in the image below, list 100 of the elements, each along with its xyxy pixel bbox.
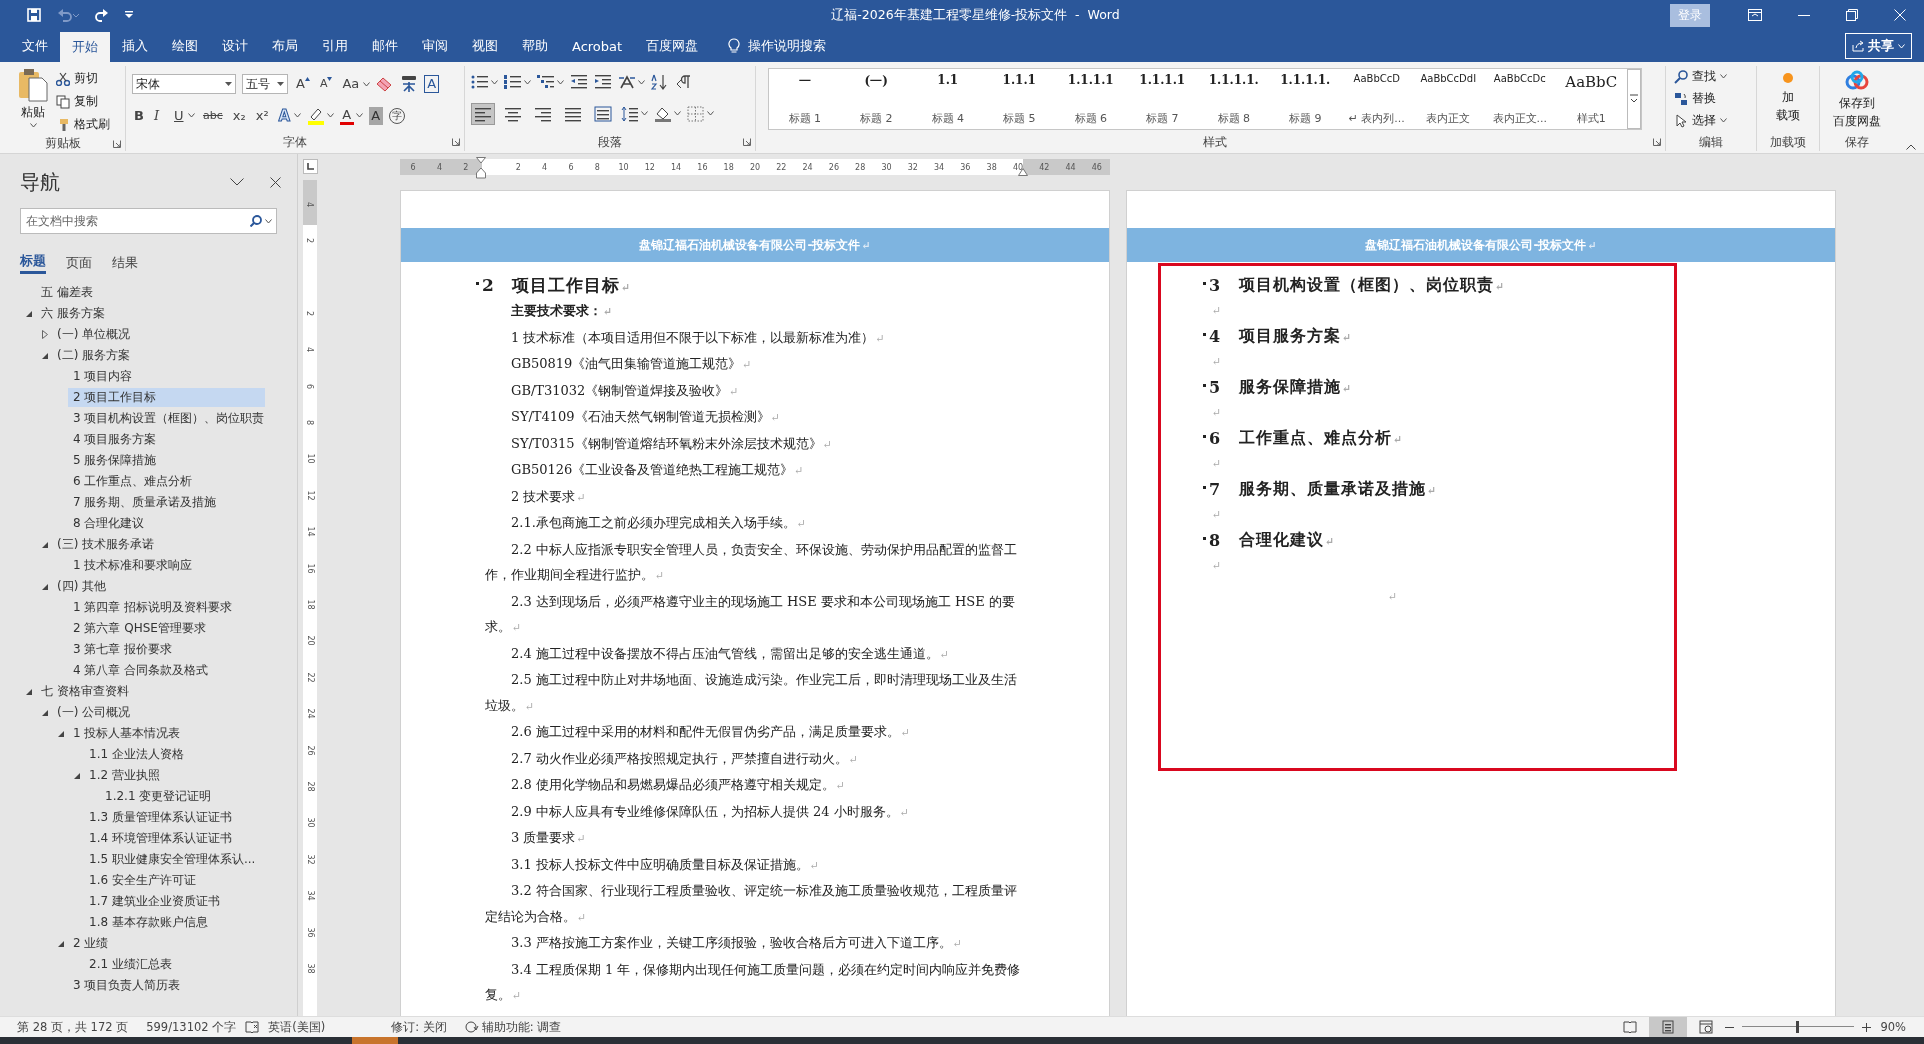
shade-button[interactable]: A: [369, 106, 384, 125]
replace-button[interactable]: 替换: [1672, 88, 1750, 109]
ribbon-tab[interactable]: 邮件: [360, 30, 410, 62]
heading-item[interactable]: 7 服务期、质量承诺及措施: [68, 493, 265, 512]
copy-button[interactable]: 复制: [54, 91, 112, 112]
caret-icon[interactable]: [638, 79, 645, 85]
tab-selector-icon[interactable]: [303, 159, 318, 174]
heading-item[interactable]: (一) 单位概况: [52, 325, 265, 344]
heading-item[interactable]: 1.2.1 变更登记证明: [100, 787, 265, 806]
font-name-field[interactable]: 宋体: [132, 74, 236, 95]
caret-icon[interactable]: [491, 79, 498, 85]
print-view-button[interactable]: [1649, 1017, 1688, 1037]
heading-item[interactable]: 1.6 安全生产许可证: [84, 871, 265, 890]
pane-tab[interactable]: 结果: [112, 252, 138, 274]
expand-triangle-icon[interactable]: [42, 330, 48, 339]
heading-item[interactable]: (四) 其他: [52, 577, 265, 596]
page-count[interactable]: 第 28 页，共 172 页: [0, 1019, 138, 1035]
caret-icon[interactable]: [557, 79, 564, 85]
ribbon-tab[interactable]: 绘图: [160, 30, 210, 62]
cut-button[interactable]: 剪切: [54, 68, 112, 89]
zoom-in-icon[interactable]: [1862, 1022, 1872, 1032]
heading-item[interactable]: 3 第七章 报价要求: [68, 640, 265, 659]
heading-item[interactable]: 1 第四章 招标说明及资料要求: [68, 598, 265, 617]
save-to-cloud-button[interactable]: 保存到 百度网盘: [1824, 66, 1890, 133]
ribbon-tab[interactable]: 审阅: [410, 30, 460, 62]
share-button[interactable]: 共享: [1845, 33, 1912, 59]
gallery-more-icon[interactable]: [1627, 69, 1641, 129]
heading-item[interactable]: 五 偏差表: [36, 283, 265, 302]
caret-icon[interactable]: [363, 81, 371, 87]
multilevel-list-icon[interactable]: [537, 74, 555, 91]
caret-icon[interactable]: [327, 113, 335, 119]
heading-item[interactable]: 2.1 业绩汇总表: [84, 955, 265, 974]
customize-icon[interactable]: [125, 11, 133, 19]
pinyin-guide-icon[interactable]: [400, 75, 419, 94]
collapse-triangle-icon[interactable]: [25, 687, 33, 696]
italic-button[interactable]: I: [152, 106, 166, 125]
heading-item[interactable]: 2 业绩: [68, 934, 265, 953]
style-option[interactable]: AaBbCcD ↵ 表内列...: [1341, 69, 1413, 129]
subscript-button[interactable]: x₂: [230, 106, 248, 125]
ribbon-tab[interactable]: 视图: [460, 30, 510, 62]
right-indent-marker-icon[interactable]: [1018, 168, 1028, 176]
heading-item[interactable]: 1.4 环境管理体系认证证书: [84, 829, 265, 848]
collapse-triangle-icon[interactable]: [41, 540, 49, 549]
heading-item[interactable]: 4 第八章 合同条款及格式: [68, 661, 265, 680]
caret-icon[interactable]: [356, 113, 364, 119]
ribbon-tab[interactable]: Acrobat: [560, 30, 635, 62]
heading-item[interactable]: 1.1 企业法人资格: [84, 745, 265, 764]
align-left-button[interactable]: [471, 102, 495, 125]
heading-item[interactable]: 1.2 营业执照: [84, 766, 265, 785]
border-button[interactable]: A: [424, 75, 440, 94]
heading-item[interactable]: 6 工作重点、难点分析: [68, 472, 265, 491]
highlighter-icon[interactable]: [307, 106, 326, 125]
redo-icon[interactable]: [95, 8, 109, 22]
collapse-triangle-icon[interactable]: [73, 771, 81, 780]
chevron-down-icon[interactable]: [230, 178, 244, 186]
ribbon-tab[interactable]: 插入: [110, 30, 160, 62]
ribbon-tab[interactable]: 布局: [260, 30, 310, 62]
heading-item[interactable]: (一) 公司概况: [52, 703, 265, 722]
heading-item[interactable]: 六 服务方案: [36, 304, 265, 323]
style-option[interactable]: 1.1.1.1 标题 6: [1055, 69, 1127, 129]
ribbon-tab[interactable]: 文件: [10, 30, 60, 62]
heading-item[interactable]: 2 项目工作目标: [68, 388, 265, 407]
dialog-launcher-icon[interactable]: [743, 138, 751, 146]
ribbon-tab[interactable]: 设计: [210, 30, 260, 62]
caret-icon[interactable]: [524, 79, 531, 85]
heading-item[interactable]: 1 投标人基本情况表: [68, 724, 265, 743]
heading-item[interactable]: 1 项目内容: [68, 367, 265, 386]
style-option[interactable]: 1.1.1.1 标题 7: [1126, 69, 1198, 129]
ribbon-tab[interactable]: 引用: [310, 30, 360, 62]
tell-me-search[interactable]: 操作说明搜索: [748, 37, 827, 55]
caret-icon[interactable]: [294, 113, 302, 119]
collapse-triangle-icon[interactable]: [57, 939, 65, 948]
heading-item[interactable]: (二) 服务方案: [52, 346, 265, 365]
track-changes-status[interactable]: 修订: 关闭: [382, 1019, 456, 1035]
paste-button[interactable]: 粘贴: [4, 66, 54, 135]
heading-item[interactable]: 3 项目机构设置（框图）、岗位职责: [68, 409, 265, 428]
heading-item[interactable]: 1.7 建筑业企业资质证书: [84, 892, 265, 911]
close-icon[interactable]: [270, 176, 281, 188]
accessibility-status[interactable]: 辅助功能: 调查: [455, 1019, 571, 1035]
collapse-triangle-icon[interactable]: [41, 351, 49, 360]
dialog-launcher-icon[interactable]: [452, 138, 460, 146]
shrink-button[interactable]: A: [317, 75, 335, 94]
restore-icon[interactable]: [1846, 9, 1858, 21]
heading-item[interactable]: 1 技术标准和要求响应: [68, 556, 265, 575]
style-option[interactable]: AaBbCcDc 表内正文...: [1484, 69, 1556, 129]
ribbon-display-icon[interactable]: [1748, 9, 1762, 21]
zoom-level[interactable]: 90%: [1871, 1020, 1924, 1034]
style-option[interactable]: 1.1.1.1. 标题 9: [1269, 69, 1341, 129]
case-button[interactable]: Aa: [340, 75, 362, 94]
sort-icon[interactable]: [651, 74, 669, 91]
style-option[interactable]: (一) 标题 2: [840, 69, 912, 129]
font-size-field[interactable]: 五号: [242, 74, 288, 95]
caret-icon[interactable]: [265, 218, 272, 224]
lightbulb-icon[interactable]: [728, 38, 741, 54]
heading-item[interactable]: 1.3 质量管理体系认证证书: [84, 808, 265, 827]
dialog-launcher-icon[interactable]: [113, 140, 121, 148]
add-ins-button[interactable]: 加 载项: [1761, 66, 1815, 133]
collapse-triangle-icon[interactable]: [25, 309, 33, 318]
underline-button[interactable]: U: [172, 106, 186, 125]
grow-button[interactable]: A: [294, 75, 312, 94]
